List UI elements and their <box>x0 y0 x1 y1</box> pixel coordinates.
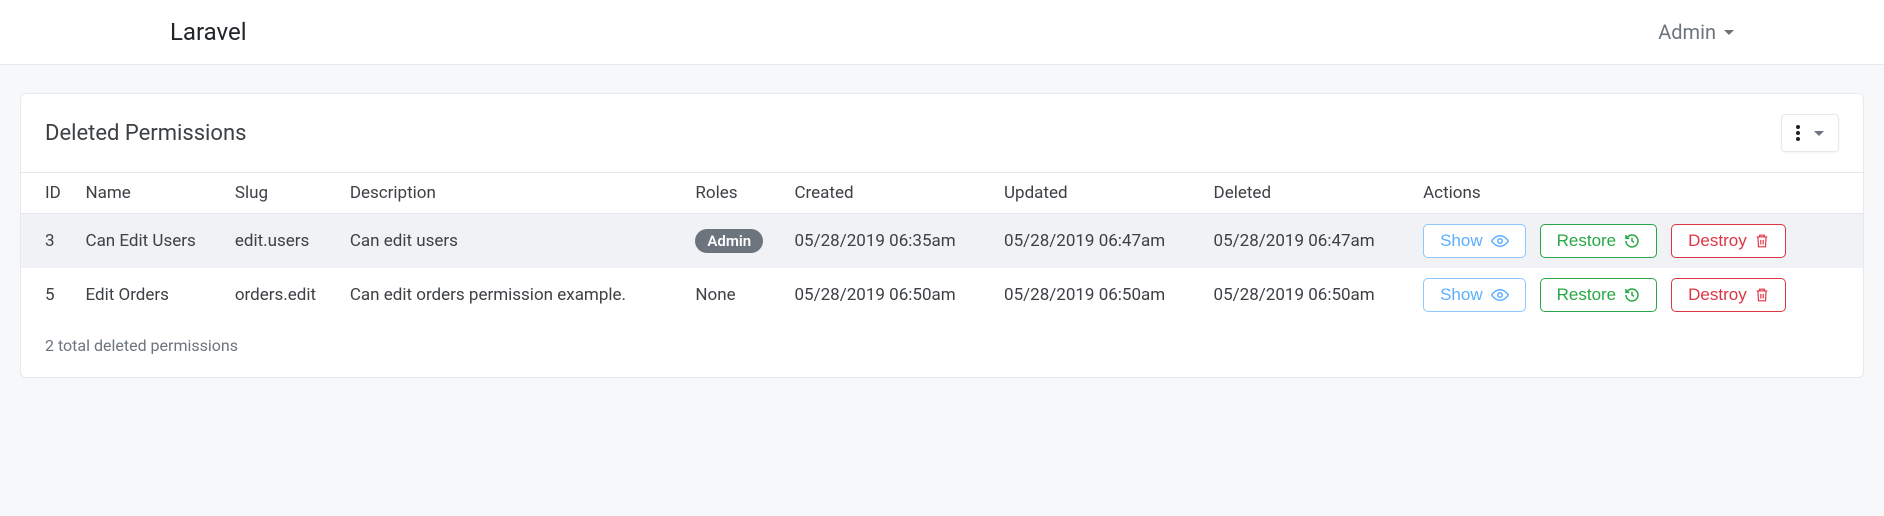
eye-icon <box>1491 288 1509 302</box>
destroy-button[interactable]: Destroy <box>1671 224 1786 258</box>
permissions-table: ID Name Slug Description Roles Created U… <box>21 172 1863 322</box>
col-description: Description <box>342 173 688 214</box>
cell-name: Can Edit Users <box>78 214 227 269</box>
cell-deleted: 05/28/2019 06:50am <box>1206 268 1416 322</box>
cell-updated: 05/28/2019 06:50am <box>996 268 1206 322</box>
destroy-label: Destroy <box>1688 285 1747 305</box>
cell-actions: Show Restore Destroy <box>1415 214 1863 269</box>
user-name: Admin <box>1658 20 1716 44</box>
card-title: Deleted Permissions <box>45 121 246 146</box>
role-text: None <box>695 285 735 305</box>
col-created: Created <box>786 173 996 214</box>
eye-icon <box>1491 234 1509 248</box>
history-icon <box>1624 287 1640 303</box>
cell-id: 3 <box>21 214 78 269</box>
cell-actions: Show Restore Destroy <box>1415 268 1863 322</box>
restore-label: Restore <box>1557 231 1617 251</box>
cell-description: Can edit orders permission example. <box>342 268 688 322</box>
show-label: Show <box>1440 231 1483 251</box>
col-updated: Updated <box>996 173 1206 214</box>
restore-button[interactable]: Restore <box>1540 278 1658 312</box>
navbar: Laravel Admin <box>0 0 1884 65</box>
caret-down-icon <box>1814 131 1824 136</box>
cell-updated: 05/28/2019 06:47am <box>996 214 1206 269</box>
col-name: Name <box>78 173 227 214</box>
restore-label: Restore <box>1557 285 1617 305</box>
cell-id: 5 <box>21 268 78 322</box>
history-icon <box>1624 233 1640 249</box>
table-row: 3 Can Edit Users edit.users Can edit use… <box>21 214 1863 269</box>
col-roles: Roles <box>687 173 786 214</box>
deleted-permissions-card: Deleted Permissions ID Name Slug Descrip… <box>20 93 1864 378</box>
brand-link[interactable]: Laravel <box>170 18 247 46</box>
col-slug: Slug <box>227 173 342 214</box>
cell-slug: edit.users <box>227 214 342 269</box>
show-button[interactable]: Show <box>1423 278 1526 312</box>
trash-icon <box>1755 287 1769 303</box>
role-badge: Admin <box>695 229 763 253</box>
cell-role: Admin <box>687 214 786 269</box>
trash-icon <box>1755 233 1769 249</box>
cell-slug: orders.edit <box>227 268 342 322</box>
cell-created: 05/28/2019 06:50am <box>786 268 996 322</box>
restore-button[interactable]: Restore <box>1540 224 1658 258</box>
card-options-button[interactable] <box>1781 114 1839 152</box>
cell-role: None <box>687 268 786 322</box>
col-deleted: Deleted <box>1206 173 1416 214</box>
cell-created: 05/28/2019 06:35am <box>786 214 996 269</box>
destroy-button[interactable]: Destroy <box>1671 278 1786 312</box>
show-button[interactable]: Show <box>1423 224 1526 258</box>
cell-description: Can edit users <box>342 214 688 269</box>
col-actions: Actions <box>1415 173 1863 214</box>
destroy-label: Destroy <box>1688 231 1747 251</box>
card-footer: 2 total deleted permissions <box>21 322 1863 377</box>
show-label: Show <box>1440 285 1483 305</box>
table-row: 5 Edit Orders orders.edit Can edit order… <box>21 268 1863 322</box>
cell-deleted: 05/28/2019 06:47am <box>1206 214 1416 269</box>
col-id: ID <box>21 173 78 214</box>
kebab-icon <box>1796 125 1800 141</box>
caret-down-icon <box>1724 30 1734 35</box>
cell-name: Edit Orders <box>78 268 227 322</box>
user-dropdown[interactable]: Admin <box>1658 20 1844 44</box>
